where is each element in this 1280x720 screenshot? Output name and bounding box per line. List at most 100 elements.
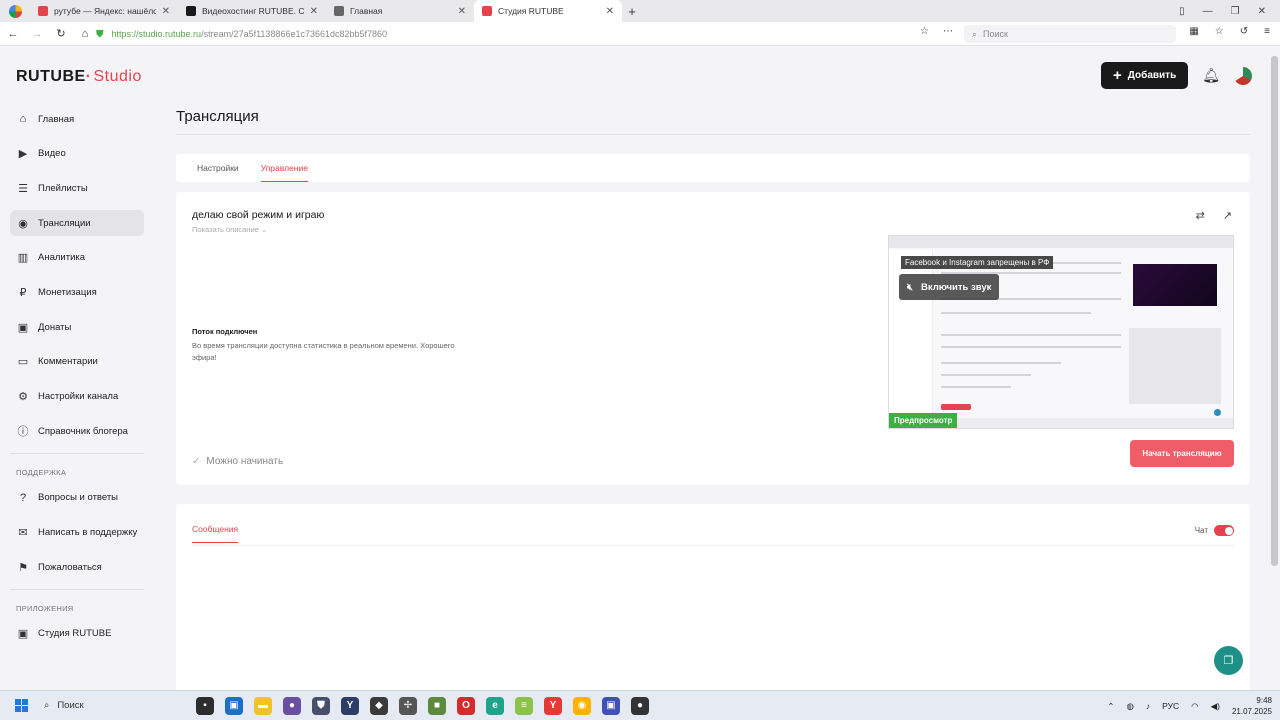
windows-logo-icon (14, 699, 28, 712)
home-icon: ⌂ (19, 113, 27, 125)
home-button[interactable]: ⌂ (74, 28, 96, 40)
browser-search-field[interactable]: ⌕ Поиск (964, 25, 1176, 43)
history-icon[interactable]: ↺ (1240, 26, 1248, 37)
sidebar-item-broadcast[interactable]: ◉ Трансляции (10, 210, 144, 237)
sidebar-item-analytics[interactable]: ▥ Аналитика (10, 245, 144, 271)
tab-settings[interactable]: Настройки (197, 154, 239, 182)
avatar[interactable] (1234, 66, 1252, 85)
helmet-app-icon[interactable]: ◆ (370, 696, 388, 715)
page-scrollbar[interactable] (1271, 56, 1278, 566)
mute-icon: 🔇︎ (907, 281, 913, 293)
wifi-icon[interactable]: ◠ (1191, 701, 1198, 712)
rutube-studio-logo[interactable]: RUTUBE· Studio (16, 68, 142, 86)
studio-app-icon[interactable]: ▣ (602, 696, 620, 715)
forward-button[interactable]: → (26, 28, 48, 40)
sidebar: ⌂ Главная ▶ Видео ☰ Плейлисты ◉ Трансляции ▥ Анал… (10, 106, 144, 656)
sidebar-item-ruble[interactable]: ₽ Монетизация (10, 279, 144, 305)
tab-close-icon[interactable]: ✕ (310, 6, 318, 17)
unmute-button[interactable]: 🔇︎ Включить звук (899, 274, 1000, 300)
minimize-button[interactable]: — (1203, 6, 1213, 17)
taskbar-search[interactable]: ⌕ Поиск (42, 695, 188, 717)
volume-icon[interactable]: ◀) (1211, 701, 1220, 712)
playlist-icon: ☰ (18, 182, 28, 195)
support-chat-button[interactable]: ❐ (1214, 646, 1243, 675)
cross-app-icon[interactable]: ✢ (399, 696, 417, 715)
sidebar-item-settings[interactable]: ⚙ Настройки канала (10, 384, 144, 410)
sidebar-item-flag[interactable]: ⚑ Пожаловаться (10, 554, 144, 580)
browser-tab[interactable]: Студия RUTUBE ✕ (474, 0, 622, 22)
sidebar-item-question[interactable]: ? Вопросы и ответы (10, 485, 144, 511)
browser-logo-icon[interactable] (0, 0, 30, 22)
tray-chevron-icon[interactable]: ⌃ (1107, 701, 1114, 712)
reload-button[interactable]: ↻ (50, 27, 72, 40)
explorer-icon[interactable]: ▬ (254, 696, 272, 715)
sidebar-item-video[interactable]: ▶ Видео (10, 141, 144, 167)
extensions-icon[interactable]: ▦ (1189, 26, 1198, 37)
sidebar-item-label: Трансляции (38, 217, 91, 229)
bookmark-panel-icon[interactable]: ▯ (1179, 6, 1185, 17)
store-icon[interactable]: ▣ (225, 696, 243, 715)
preview-status-dot (1214, 409, 1221, 416)
tab-close-icon[interactable]: ✕ (458, 6, 466, 17)
comments-icon: ▭ (17, 356, 29, 369)
more-icon[interactable]: ⋯ (943, 26, 953, 37)
browser-tab[interactable]: Главная ✕ (326, 0, 474, 22)
sidebar-item-donate[interactable]: ▣ Донаты (10, 314, 144, 340)
yandex-app-icon[interactable]: Y (341, 696, 359, 715)
task-view-icon[interactable]: ▪ (196, 696, 214, 715)
sidebar-item-playlist[interactable]: ☰ Плейлисты (10, 175, 144, 201)
tab-close-icon[interactable]: ✕ (606, 6, 614, 17)
language-indicator[interactable]: РУС (1162, 701, 1179, 711)
sidebar-item-app[interactable]: ▣ Студия RUTUBE (10, 621, 144, 647)
start-button[interactable] (0, 699, 42, 712)
stream-preview[interactable]: Facebook и Instagram запрещены в РФ 🔇︎ В… (888, 235, 1234, 429)
sidebar-item-label: Справочник блогера (38, 425, 128, 437)
tab-title: Видеохостинг RUTUBE. Смот (202, 6, 304, 16)
url-field[interactable]: ⛊ https://studio.rutube.ru/stream/27a5f1… (96, 25, 946, 43)
yandex-browser-icon[interactable]: Y (544, 696, 562, 715)
favorites-icon[interactable]: ☆ (1215, 26, 1224, 37)
tab-close-icon[interactable]: ✕ (162, 6, 170, 17)
ready-status: ✓ Можно начинать (192, 456, 284, 467)
back-button[interactable]: ← (2, 28, 24, 40)
obs-icon[interactable]: ● (631, 696, 649, 715)
game-icon[interactable]: ● (283, 696, 301, 715)
sidebar-item-home[interactable]: ⌂ Главная (10, 106, 144, 132)
add-button[interactable]: + Добавить (1101, 62, 1189, 89)
mic-icon[interactable]: ♪ (1146, 701, 1150, 711)
browser-taskbar-icon[interactable]: ◉ (573, 696, 591, 715)
sidebar-item-label: Написать в поддержку (38, 527, 138, 539)
broadcast-icon: ◉ (18, 217, 28, 230)
sidebar-item-label: Вопросы и ответы (38, 492, 119, 504)
browser-tab[interactable]: Видеохостинг RUTUBE. Смот ✕ (178, 0, 326, 22)
close-window-button[interactable]: ✕ (1258, 6, 1266, 17)
chat-divider (192, 545, 1234, 546)
taskbar-clock[interactable]: 9:48 21.07.2025 (1232, 695, 1272, 717)
maximize-button[interactable]: ❐ (1231, 6, 1240, 17)
show-description-link[interactable]: Показать описание ⌄ (192, 225, 267, 234)
sidebar-item-label: Донаты (38, 321, 72, 333)
start-stream-button[interactable]: Начать трансляцию (1130, 440, 1234, 467)
tab-messages[interactable]: Сообщения (192, 524, 239, 543)
sidebar-item-info[interactable]: ⓘ Справочник блогера (10, 418, 144, 444)
sidebar-item-comments[interactable]: ▭ Комментарии (10, 349, 144, 375)
browser-menu-icon[interactable]: ≡ (1264, 26, 1270, 37)
bluestacks-icon[interactable]: ≡ (515, 696, 533, 715)
bookmark-star-icon[interactable]: ☆ (920, 26, 929, 37)
share-icon[interactable]: ⇄ (1196, 209, 1205, 222)
new-tab-button[interactable]: + (622, 4, 642, 19)
minecraft-icon[interactable]: ■ (428, 696, 446, 715)
tab-management[interactable]: Управление (260, 154, 309, 182)
shield-app-icon[interactable]: ⛊ (312, 696, 330, 715)
open-external-icon[interactable]: ↗ (1223, 209, 1232, 222)
sidebar-item-mail[interactable]: ✉ Написать в поддержку (10, 520, 144, 546)
notifications-bell-icon[interactable]: 🔔︎ (1202, 67, 1220, 84)
stream-tabs: Настройки Управление (176, 154, 1250, 182)
chat-toggle-label: Чат (1194, 526, 1208, 535)
edge-icon[interactable]: e (486, 696, 504, 715)
opera-icon[interactable]: O (457, 696, 475, 715)
browser-tab[interactable]: рутубе — Яндекс: нашёлся 1 ✕ (30, 0, 178, 22)
preview-warning: Facebook и Instagram запрещены в РФ (901, 256, 1054, 269)
chat-toggle[interactable] (1214, 525, 1234, 536)
network-app-icon[interactable]: ◍ (1126, 701, 1133, 712)
